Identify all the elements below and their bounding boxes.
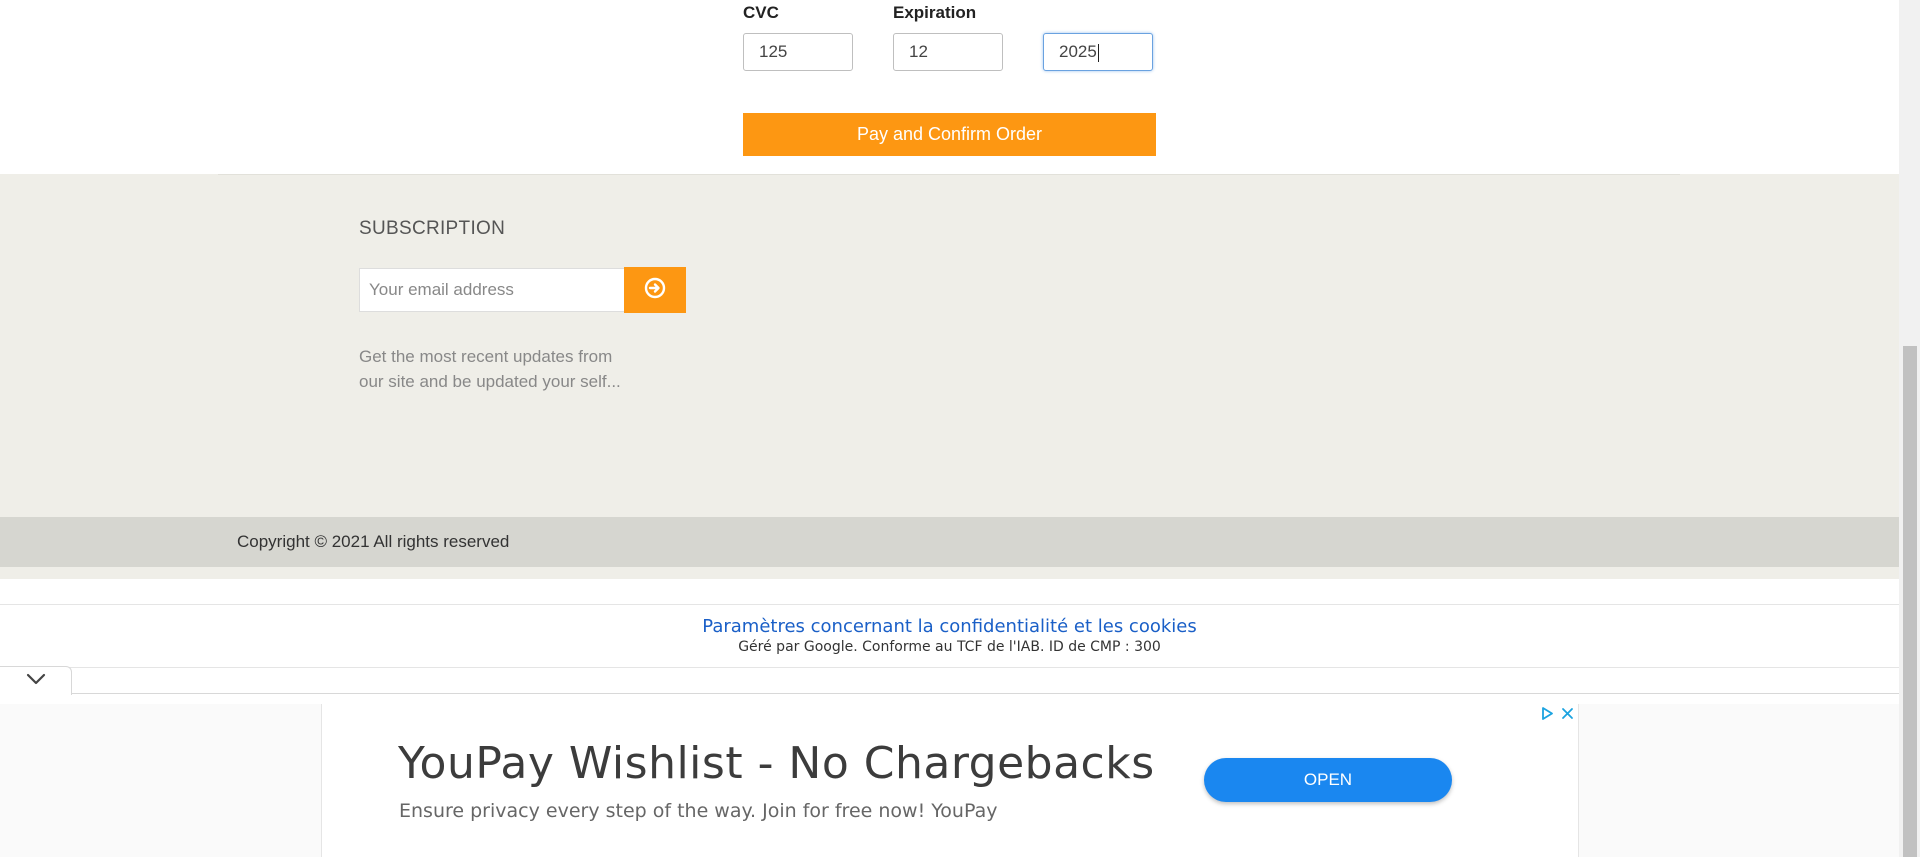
expiration-year-value: 2025 (1059, 42, 1097, 61)
scrollbar-thumb[interactable] (1903, 346, 1917, 857)
expiration-label: Expiration (893, 3, 977, 22)
email-placeholder: Your email address (369, 280, 514, 299)
adchoices-icon[interactable] (1540, 706, 1555, 726)
cvc-input[interactable]: 125 (743, 33, 853, 71)
copyright-bar: Copyright © 2021 All rights reserved (0, 517, 1899, 567)
subscribe-button[interactable] (624, 267, 686, 313)
close-icon[interactable] (1561, 707, 1574, 725)
expiration-year-input[interactable]: 2025 (1043, 33, 1153, 71)
pay-and-confirm-button[interactable]: Pay and Confirm Order (743, 113, 1156, 156)
ad-collapse-button[interactable] (0, 666, 72, 695)
ad-description: Ensure privacy every step of the way. Jo… (399, 800, 998, 822)
subscription-description-line2: our site and be updated your self... (359, 372, 621, 391)
subscription-description: Get the most recent updates from our sit… (359, 344, 649, 394)
text-caret (1097, 43, 1099, 62)
ad-banner[interactable]: YouPay Wishlist - No Chargebacks Ensure … (321, 704, 1579, 857)
ad-title[interactable]: YouPay Wishlist - No Chargebacks (398, 738, 1155, 789)
ad-controls (1540, 706, 1574, 726)
footer-spacer (0, 567, 1899, 579)
ad-collapse-strip (0, 666, 1899, 696)
arrow-circle-right-icon (644, 277, 666, 304)
subscription-section: SUBSCRIPTION Your email address Get the … (0, 174, 1899, 517)
email-input[interactable]: Your email address (359, 268, 624, 312)
divider (72, 693, 1899, 694)
chevron-down-icon (26, 672, 46, 690)
cvc-value: 125 (759, 42, 788, 61)
subscription-description-line1: Get the most recent updates from (359, 347, 613, 366)
ad-open-button[interactable]: OPEN (1204, 758, 1452, 802)
copyright-text: Copyright © 2021 All rights reserved (237, 532, 510, 551)
expiration-month-input[interactable]: 12 (893, 33, 1003, 71)
cvc-label: CVC (743, 3, 779, 22)
subscription-title: SUBSCRIPTION (359, 218, 506, 239)
expiration-month-value: 12 (909, 42, 928, 61)
consent-managed-by-text: Géré par Google. Conforme au TCF de l'IA… (738, 639, 1161, 655)
privacy-settings-link[interactable]: Paramètres concernant la confidentialité… (0, 616, 1899, 637)
privacy-consent-bar: Paramètres concernant la confidentialité… (0, 604, 1899, 668)
divider (218, 174, 1680, 175)
payment-section: CVC Expiration 125 12 2025 Pay and Confi… (0, 0, 1899, 174)
